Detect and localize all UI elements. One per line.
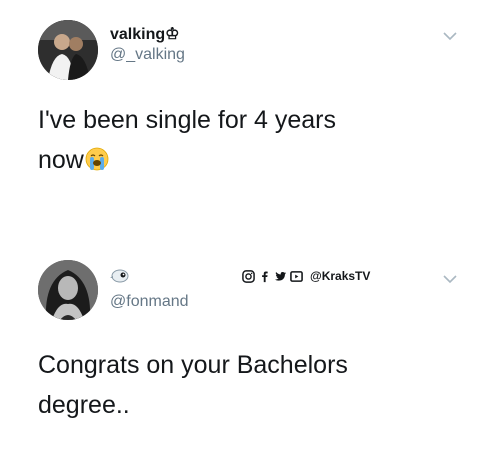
- tweet-text: I've been single for 4 years now: [38, 100, 450, 180]
- tweet: @KraksTV @fonmand Congrats on your Bache…: [0, 245, 480, 460]
- youtube-icon: [290, 270, 303, 282]
- tweet-text: Congrats on your Bachelors degree..: [38, 345, 450, 425]
- handle[interactable]: @fonmand: [110, 293, 189, 311]
- tweet: valking♔ @_valking I've been single for …: [0, 0, 480, 230]
- tweet-text-line: now: [38, 140, 450, 180]
- display-name[interactable]: valking♔: [110, 24, 179, 44]
- watermark-text: @KraksTV: [310, 269, 371, 283]
- bird-icon: [110, 269, 129, 283]
- watermark: @KraksTV: [242, 269, 370, 283]
- instagram-icon: [242, 269, 255, 283]
- handle[interactable]: @_valking: [110, 46, 185, 64]
- chevron-down-icon[interactable]: [442, 30, 458, 42]
- tweet-text-line: degree..: [38, 391, 130, 419]
- tweet-text-fragment: now: [38, 146, 84, 174]
- tweet-text-line: Congrats on your Bachelors: [38, 351, 348, 379]
- twitter-icon: [274, 271, 287, 281]
- avatar-photo: [38, 20, 98, 80]
- loudly-crying-face-icon: [85, 147, 109, 171]
- tweet-text-line: I've been single for 4 years: [38, 106, 336, 134]
- avatar-photo: [38, 260, 98, 320]
- chevron-down-icon[interactable]: [442, 273, 458, 285]
- facebook-icon: [262, 270, 268, 282]
- avatar[interactable]: [38, 20, 98, 80]
- avatar[interactable]: [38, 260, 98, 320]
